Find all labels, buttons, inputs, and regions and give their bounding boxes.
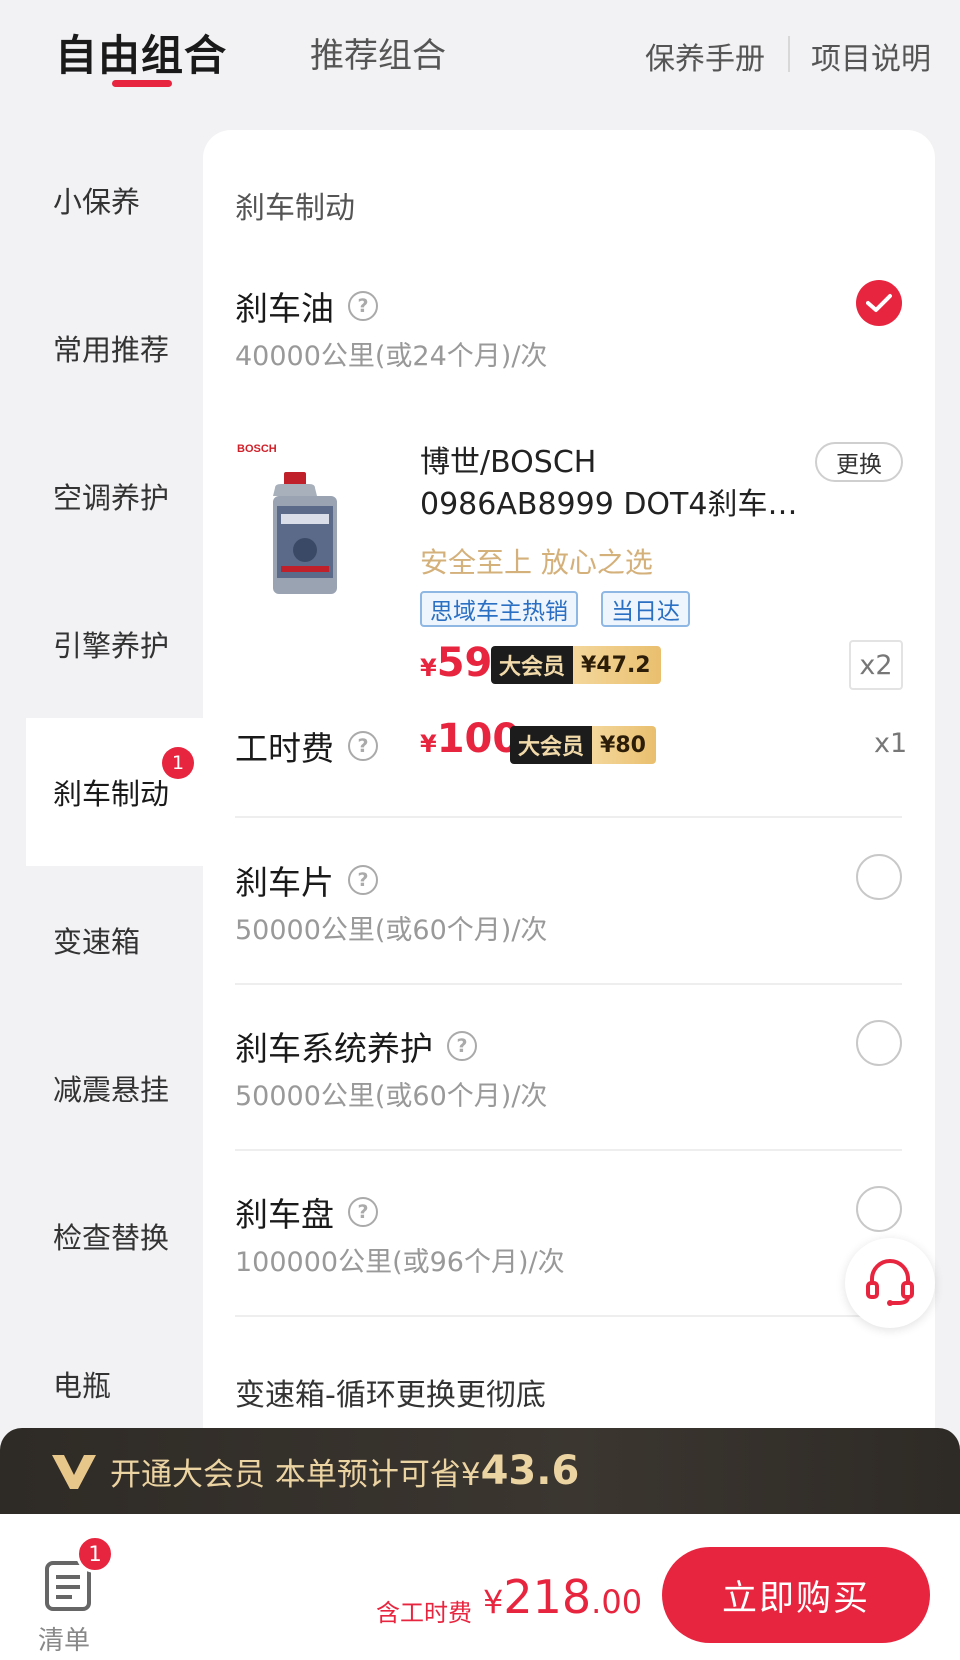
question-icon[interactable]: ? [348, 865, 378, 895]
sidebar-item-label: 电瓶 [53, 1369, 112, 1403]
list-badge: 1 [76, 1535, 114, 1573]
sidebar-item-label: 空调养护 [53, 481, 170, 515]
sidebar-item-label: 常用推荐 [53, 333, 170, 367]
product-slogan: 安全至上 放心之选 [420, 546, 653, 579]
sidebar-item-ac-care[interactable]: 空调养护 [0, 422, 203, 570]
header-divider [788, 36, 790, 72]
swap-product-button[interactable]: 更换 [815, 442, 903, 482]
sidebar-item-label: 小保养 [53, 185, 141, 219]
product-name-line2: 0986AB8999 DOT4刹车… [420, 487, 798, 522]
vip-promo-amount: 43.6 [480, 1448, 580, 1494]
item-name: 刹车油 [235, 289, 334, 328]
item-interval: 40000公里(或24个月)/次 [235, 341, 548, 372]
vip-promo-text: 开通大会员 本单预计可省¥ [110, 1456, 481, 1493]
item-interval: 100000公里(或96个月)/次 [235, 1247, 565, 1278]
sidebar-item-gearbox[interactable]: 变速箱 [0, 866, 203, 1014]
maintenance-manual-link[interactable]: 保养手册 [645, 34, 765, 78]
tab-free-combo[interactable]: 自由组合 [55, 22, 227, 83]
product-name[interactable]: 博世/BOSCH 0986AB8999 DOT4刹车… [420, 442, 810, 526]
item-title-brake-pads: 刹车片 ? [235, 856, 378, 904]
vip-price: ¥80 [592, 726, 656, 764]
sidebar-item-label: 减震悬挂 [53, 1073, 170, 1107]
item-name: 刹车系统养护 [235, 1029, 433, 1068]
support-headset-icon [866, 1259, 914, 1306]
sidebar-item-label: 检查替换 [53, 1221, 170, 1255]
tab-active-underline [112, 80, 172, 87]
section-title: 刹车制动 [235, 191, 355, 226]
total-decimal: .00 [591, 1583, 643, 1621]
divider [235, 983, 902, 985]
total-price: ¥ 218 .00 [483, 1570, 642, 1624]
divider [235, 816, 902, 818]
tag-hot-seller: 思域车主热销 [420, 591, 578, 627]
total-label: 含工时费 [376, 1599, 472, 1627]
vip-price: ¥47.2 [573, 646, 661, 684]
tag-same-day: 当日达 [601, 591, 690, 627]
sidebar-item-label: 引擎养护 [53, 629, 170, 663]
tab-recommended-combo[interactable]: 推荐组合 [310, 28, 446, 77]
item-title-brake-discs: 刹车盘 ? [235, 1188, 378, 1236]
question-icon[interactable]: ? [447, 1031, 477, 1061]
labor-name: 工时费 [235, 729, 334, 768]
item-name: 刹车片 [235, 863, 334, 902]
sidebar-item-brakes[interactable]: 刹车制动 [26, 718, 203, 866]
labor-quantity: x1 [874, 728, 908, 759]
product-price: ¥ 59 [420, 640, 492, 686]
sidebar-item-inspection[interactable]: 检查替换 [0, 1162, 203, 1310]
labor-title: 工时费 ? [235, 722, 378, 770]
vip-promo-bar[interactable]: 开通大会员 本单预计可省¥ 43.6 [0, 1428, 960, 1514]
question-icon[interactable]: ? [348, 291, 378, 321]
question-icon[interactable]: ? [348, 1197, 378, 1227]
item-description-link[interactable]: 项目说明 [811, 34, 931, 78]
buy-now-button[interactable]: 立即购买 [662, 1547, 930, 1643]
question-icon[interactable]: ? [348, 731, 378, 761]
sidebar-item-suspension[interactable]: 减震悬挂 [0, 1014, 203, 1162]
total-integer: 218 [503, 1570, 592, 1624]
item-title-brake-system: 刹车系统养护 ? [235, 1022, 477, 1070]
brake-pads-checkbox[interactable] [856, 854, 902, 900]
check-icon [866, 294, 892, 312]
brake-discs-checkbox[interactable] [856, 1186, 902, 1232]
product-quantity[interactable]: x2 [849, 640, 903, 690]
next-section-title: 变速箱-循环更换更彻底 [235, 1378, 546, 1413]
vip-price-chip: 大会员 ¥47.2 [491, 646, 661, 684]
brake-fluid-checkbox[interactable] [856, 280, 902, 326]
item-title-brake-fluid: 刹车油 ? [235, 282, 378, 330]
currency-symbol: ¥ [483, 1583, 504, 1621]
currency-symbol: ¥ [420, 654, 437, 682]
sidebar-item-minor-maintenance[interactable]: 小保养 [0, 126, 203, 274]
list-label[interactable]: 清单 [38, 1620, 90, 1657]
divider [235, 1315, 902, 1317]
customer-support-button[interactable] [845, 1238, 935, 1328]
bosch-logo: BOSCH [237, 443, 277, 455]
sidebar-item-label: 变速箱 [53, 925, 141, 959]
labor-vip-chip: 大会员 ¥80 [510, 726, 656, 764]
sidebar-item-engine-care[interactable]: 引擎养护 [0, 570, 203, 718]
sidebar-badge: 1 [162, 747, 194, 779]
price-value: 100 [436, 716, 521, 762]
price-value: 59 [436, 640, 493, 686]
sidebar-item-label: 刹车制动 [53, 777, 170, 811]
item-interval: 50000公里(或60个月)/次 [235, 1081, 548, 1112]
brake-system-checkbox[interactable] [856, 1020, 902, 1066]
product-name-line1: 博世/BOSCH [420, 445, 597, 480]
item-name: 刹车盘 [235, 1195, 334, 1234]
labor-price: ¥ 100 [420, 716, 520, 762]
vip-crown-icon [52, 1455, 96, 1489]
sidebar-item-common[interactable]: 常用推荐 [0, 274, 203, 422]
divider [235, 1149, 902, 1151]
currency-symbol: ¥ [420, 730, 437, 758]
vip-label: 大会员 [491, 646, 574, 684]
vip-label: 大会员 [510, 726, 593, 764]
product-image[interactable]: BOSCH [235, 440, 385, 605]
item-interval: 50000公里(或60个月)/次 [235, 915, 548, 946]
